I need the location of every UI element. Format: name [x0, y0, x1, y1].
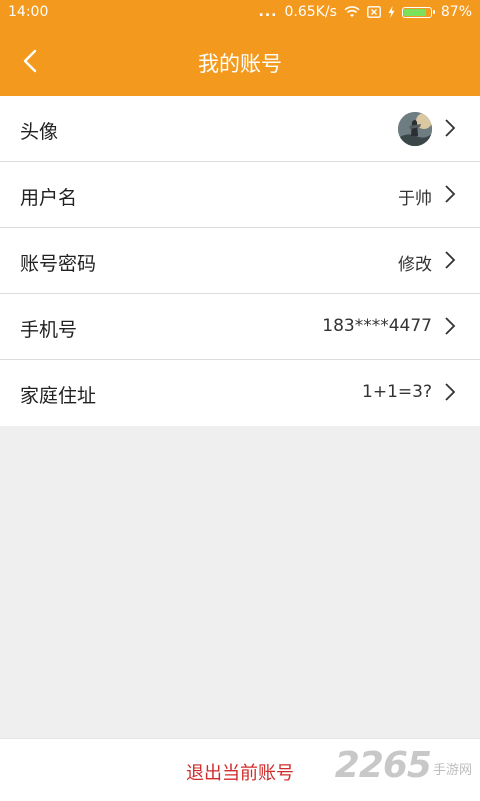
footer-bar: 退出当前账号 2265 手游网	[0, 738, 480, 801]
row-value: 于帅	[398, 189, 432, 209]
more-dots-icon: ...	[258, 4, 278, 20]
wifi-icon	[344, 6, 360, 17]
network-speed: 0.65K/s	[284, 4, 337, 20]
page-title: 我的账号	[198, 52, 282, 76]
row-label: 手机号	[20, 319, 78, 341]
row-password[interactable]: 账号密码 修改	[0, 228, 480, 294]
row-label: 用户名	[20, 187, 78, 209]
row-label: 家庭住址	[20, 385, 97, 407]
status-time: 14:00	[8, 4, 49, 20]
charging-icon	[388, 6, 395, 18]
status-bar: 14:00 ... 0.65K/s 87%	[0, 0, 480, 26]
battery-percent: 87%	[440, 4, 472, 20]
row-phone[interactable]: 手机号 183****4477	[0, 294, 480, 360]
battery-fill	[403, 8, 427, 16]
watermark-logo: 2265 手游网	[335, 745, 472, 786]
row-avatar[interactable]: 头像	[0, 96, 480, 162]
chevron-right-icon	[445, 119, 456, 137]
row-label: 账号密码	[20, 253, 97, 275]
row-value: 1+1=3?	[362, 382, 432, 402]
battery-icon	[401, 6, 435, 18]
chevron-right-icon	[445, 317, 456, 335]
row-address[interactable]: 家庭住址 1+1=3?	[0, 360, 480, 426]
watermark-site: 手游网	[432, 763, 472, 778]
chevron-right-icon	[445, 251, 456, 269]
row-label: 头像	[20, 121, 59, 143]
avatar	[398, 112, 432, 146]
status-icons: ... 0.65K/s 87%	[259, 4, 472, 20]
row-value: 修改	[398, 255, 432, 275]
row-value: 183****4477	[322, 316, 432, 336]
row-username[interactable]: 用户名 于帅	[0, 162, 480, 228]
chevron-right-icon	[445, 185, 456, 203]
account-list: 头像 用户名 于帅 账号密码 修改 手机号 183****4477 家庭住址 1…	[0, 96, 480, 426]
header-bar: 我的账号	[0, 26, 480, 96]
watermark-number: 2265	[334, 745, 432, 786]
chevron-right-icon	[445, 383, 456, 401]
no-sim-icon	[366, 6, 381, 18]
